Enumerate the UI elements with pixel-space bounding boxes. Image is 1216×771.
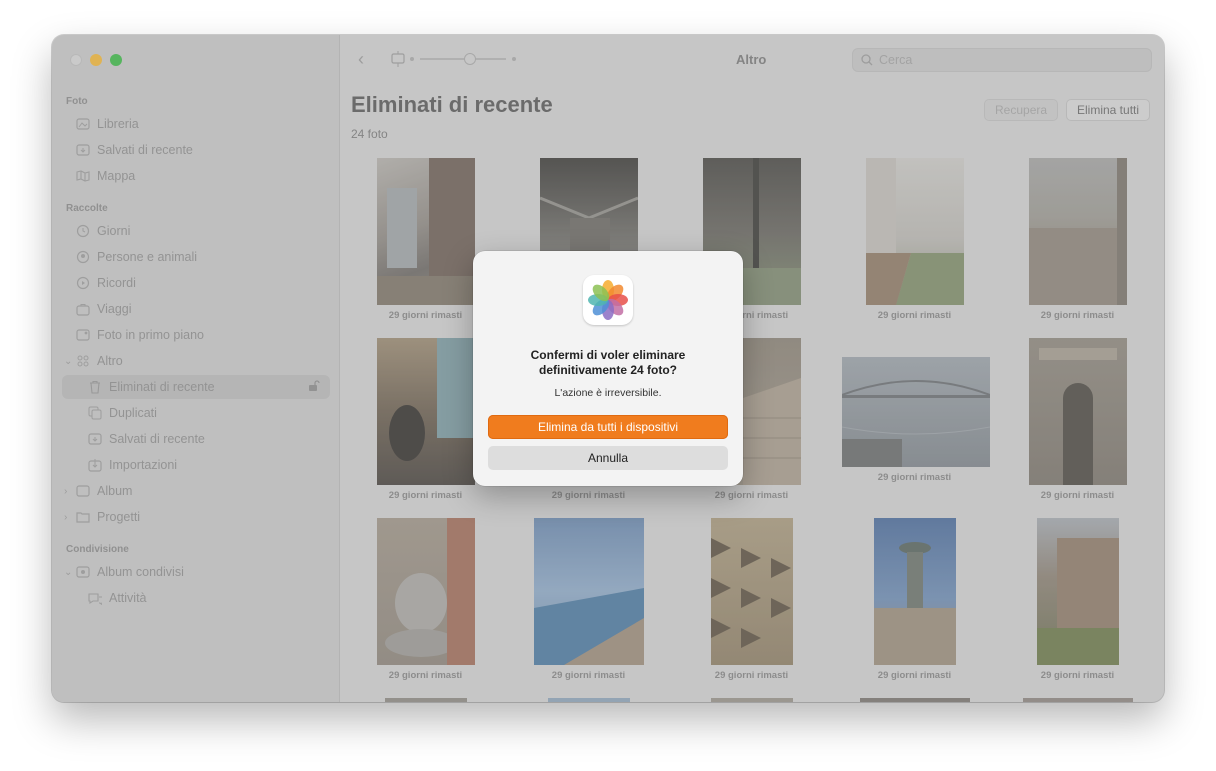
- dialog-title: Confermi di voler eliminare definitivame…: [530, 348, 686, 377]
- cancel-button[interactable]: Annulla: [488, 446, 728, 470]
- photos-app-icon: [583, 275, 633, 325]
- photos-window: Foto Libreria Salvati di recente Mappa R…: [52, 35, 1164, 702]
- delete-from-all-devices-button[interactable]: Elimina da tutti i dispositivi: [488, 415, 728, 439]
- dialog-message: L'azione è irreversibile.: [554, 387, 662, 399]
- confirm-delete-dialog: Confermi di voler eliminare definitivame…: [473, 251, 743, 486]
